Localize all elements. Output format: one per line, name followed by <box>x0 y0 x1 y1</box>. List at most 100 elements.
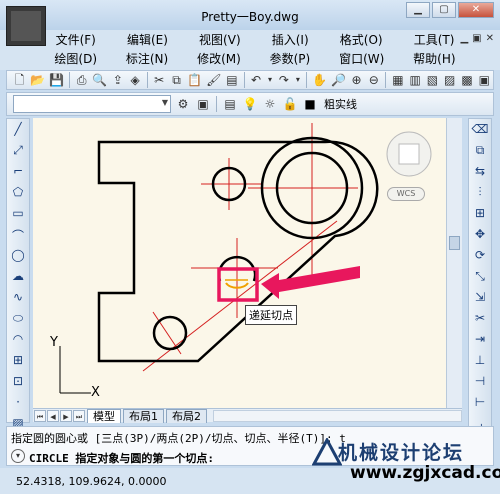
menu-file[interactable]: 文件(F) <box>56 31 96 49</box>
maximize-button[interactable]: ▢ <box>432 2 456 18</box>
ellipse-arc-icon[interactable]: ◠ <box>9 332 27 350</box>
layer-lock-icon[interactable]: 🔓 <box>282 96 298 112</box>
layer-properties-icon[interactable]: ▤ <box>222 96 238 112</box>
erase-icon[interactable]: ⌫ <box>471 122 489 140</box>
vertical-scrollbar[interactable] <box>446 118 462 408</box>
customize-icon[interactable]: ▣ <box>195 96 211 112</box>
zoom-previous-icon[interactable]: ⊖ <box>367 72 380 88</box>
undo-icon[interactable]: ↶ <box>249 72 262 88</box>
linetype-label[interactable]: 粗实线 <box>324 96 357 112</box>
close-button[interactable]: ✕ <box>458 2 494 18</box>
command-customize-icon[interactable]: ▾ <box>11 449 25 463</box>
next-tab-icon[interactable]: ▶ <box>60 409 72 422</box>
rectangle-icon[interactable]: ▭ <box>9 206 27 224</box>
part-outline <box>97 136 379 363</box>
copy-object-icon[interactable]: ⧉ <box>471 143 489 161</box>
polygon-icon[interactable]: ⬠ <box>9 185 27 203</box>
block-editor-icon[interactable]: ▤ <box>225 72 238 88</box>
line-icon[interactable]: ╱ <box>9 122 27 140</box>
cut-icon[interactable]: ✂ <box>153 72 166 88</box>
tab-model[interactable]: 模型 <box>87 408 121 423</box>
extend-icon[interactable]: ⇥ <box>471 332 489 350</box>
menu-parametric[interactable]: 参数(P) <box>270 50 311 68</box>
tool-palettes-icon[interactable]: ▧ <box>426 72 439 88</box>
first-tab-icon[interactable]: ⏮ <box>34 409 46 422</box>
paste-icon[interactable]: 📋 <box>187 72 202 88</box>
menu-tools[interactable]: 工具(T) <box>414 31 455 49</box>
break-at-point-icon[interactable]: ⊥ <box>471 353 489 371</box>
rotate-icon[interactable]: ⟳ <box>471 248 489 266</box>
save-icon[interactable]: 💾 <box>49 72 64 88</box>
3d-print-icon[interactable]: ◈ <box>128 72 141 88</box>
layer-color-icon[interactable]: ■ <box>302 96 318 112</box>
move-icon[interactable]: ✥ <box>471 227 489 245</box>
menu-window[interactable]: 窗口(W) <box>339 50 384 68</box>
open-icon[interactable]: 📂 <box>30 72 45 88</box>
scale-icon[interactable]: ⤡ <box>471 269 489 287</box>
insert-block-icon[interactable]: ⊞ <box>9 353 27 371</box>
title-bar: Pretty一Boy.dwg ▁ ▢ ✕ <box>0 0 500 30</box>
construction-line-icon[interactable]: ⤢ <box>9 143 27 161</box>
undo-dropdown-icon[interactable]: ▾ <box>267 72 274 88</box>
make-block-icon[interactable]: ⊡ <box>9 374 27 392</box>
menu-modify[interactable]: 修改(M) <box>197 50 241 68</box>
join-icon[interactable]: ⊢ <box>471 395 489 413</box>
menu-draw[interactable]: 绘图(D) <box>54 50 97 68</box>
markup-icon[interactable]: ▩ <box>460 72 473 88</box>
stretch-icon[interactable]: ⇲ <box>471 290 489 308</box>
match-properties-icon[interactable]: 🖌 <box>206 72 221 88</box>
mdi-restore-icon[interactable]: ▣ <box>472 33 481 44</box>
circle-icon[interactable]: ◯ <box>9 248 27 266</box>
mirror-icon[interactable]: ⇆ <box>471 164 489 182</box>
prev-tab-icon[interactable]: ◀ <box>47 409 59 422</box>
publish-icon[interactable]: ⇪ <box>111 72 124 88</box>
workspace-dropdown[interactable]: ▼ <box>13 95 171 113</box>
arc-icon[interactable]: ⌒ <box>9 227 27 245</box>
copy-icon[interactable]: ⧉ <box>170 72 183 88</box>
menu-help[interactable]: 帮助(H) <box>413 50 455 68</box>
design-center-icon[interactable]: ▥ <box>409 72 422 88</box>
zoom-window-icon[interactable]: ⊕ <box>350 72 363 88</box>
mdi-close-icon[interactable]: ✕ <box>486 33 494 44</box>
properties-icon[interactable]: ▦ <box>391 72 404 88</box>
menu-insert[interactable]: 插入(I) <box>272 31 309 49</box>
layer-on-icon[interactable]: 💡 <box>242 96 258 112</box>
ellipse-icon[interactable]: ⬭ <box>9 311 27 329</box>
drawing-canvas[interactable]: Y X <box>33 118 446 408</box>
tab-layout2[interactable]: 布局2 <box>166 408 207 423</box>
mdi-controls: ▁ ▣ ✕ <box>460 33 494 44</box>
zoom-realtime-icon[interactable]: 🔎 <box>331 72 346 88</box>
coordinate-readout[interactable]: 52.4318, 109.9624, 0.0000 <box>16 475 166 488</box>
horizontal-scrollbar[interactable] <box>213 409 462 422</box>
minimize-button[interactable]: ▁ <box>406 2 430 18</box>
polyline-icon[interactable]: ⌐ <box>9 164 27 182</box>
new-icon[interactable]: 🗋 <box>13 72 26 88</box>
menu-edit[interactable]: 编辑(E) <box>127 31 168 49</box>
menu-format[interactable]: 格式(O) <box>340 31 383 49</box>
scroll-thumb[interactable] <box>449 236 460 250</box>
spline-icon[interactable]: ∿ <box>9 290 27 308</box>
workspace-settings-icon[interactable]: ⚙ <box>175 96 191 112</box>
mdi-minimize-icon[interactable]: ▁ <box>460 33 468 44</box>
point-icon[interactable]: · <box>9 395 27 413</box>
pan-icon[interactable]: ✋ <box>312 72 327 88</box>
trim-icon[interactable]: ✂ <box>471 311 489 329</box>
offset-icon[interactable]: ⫶ <box>471 185 489 203</box>
command-prompt[interactable]: CIRCLE 指定对象与圆的第一个切点: <box>29 450 214 466</box>
calculator-icon[interactable]: ▣ <box>478 72 491 88</box>
menu-view[interactable]: 视图(V) <box>199 31 241 49</box>
print-preview-icon[interactable]: 🔍 <box>92 72 107 88</box>
break-icon[interactable]: ⊣ <box>471 374 489 392</box>
wcs-menu[interactable]: WCS <box>387 187 425 201</box>
app-icon[interactable] <box>6 6 46 46</box>
print-icon[interactable]: ⎙ <box>75 72 88 88</box>
last-tab-icon[interactable]: ⏭ <box>73 409 85 422</box>
redo-dropdown-icon[interactable]: ▾ <box>295 72 302 88</box>
sheet-set-icon[interactable]: ▨ <box>443 72 456 88</box>
redo-icon[interactable]: ↷ <box>277 72 290 88</box>
menu-dimension[interactable]: 标注(N) <box>126 50 168 68</box>
layer-freeze-icon[interactable]: ☼ <box>262 96 278 112</box>
array-icon[interactable]: ⊞ <box>471 206 489 224</box>
revision-cloud-icon[interactable]: ☁ <box>9 269 27 287</box>
tab-layout1[interactable]: 布局1 <box>123 408 164 423</box>
